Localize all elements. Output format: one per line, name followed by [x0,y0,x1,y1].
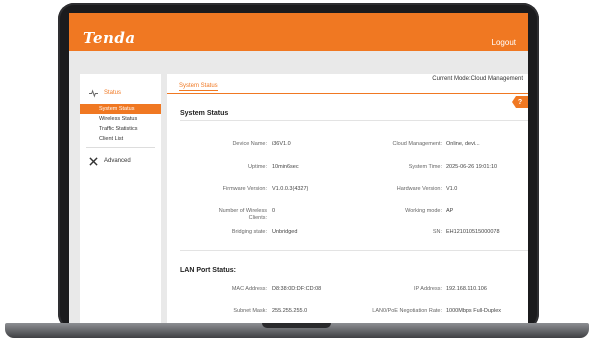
label-sn: SN: [432,229,442,235]
value-hardware-version: V1.0 [446,186,458,192]
section-divider [180,250,528,251]
label-subnet-mask: Subnet Mask: [233,308,267,314]
sidebar-item-system-status[interactable]: System Status [80,104,161,114]
main-content: System Status Current Mode:Cloud Managem… [167,74,528,323]
label-cloud-management: Cloud Management: [392,141,442,147]
value-mac-address: D8:38:0D:DF:CD:08 [272,286,322,292]
section-title-lan: LAN Port Status: [180,267,236,274]
help-button[interactable]: ? [512,96,528,108]
label-ip-address: IP Address: [413,286,442,292]
label-wireless-clients: Number of Wireless Clients: [218,208,267,221]
sidebar-divider [86,147,155,148]
laptop-screen: Tenda Logout Status System Status Wirele… [69,13,528,323]
value-device-name: i36V1.0 [272,141,291,147]
sidebar-group-status[interactable]: Status [80,82,161,104]
current-mode-text: Current Mode:Cloud Management [432,76,523,82]
laptop-notch [262,323,331,328]
tools-icon [89,156,98,166]
sidebar-group-advanced[interactable]: Advanced [80,150,161,172]
value-sn: EH121010515000078 [446,229,500,235]
value-ip-address: 192.168.110.106 [446,286,487,292]
label-hardware-version: Hardware Version: [396,186,442,192]
sidebar-item-wireless-status[interactable]: Wireless Status [80,114,161,124]
section-title-system: System Status [180,110,229,117]
label-mac-address: MAC Address: [231,286,267,292]
sidebar-item-client-list[interactable]: Client List [80,134,161,144]
label-device-name: Device Name: [232,141,267,147]
label-firmware-version: Firmware Version: [222,186,267,192]
tab-bar: System Status Current Mode:Cloud Managem… [167,74,528,93]
pulse-icon [89,88,98,98]
label-working-mode: Working mode: [405,208,442,214]
sidebar-group-label: Advanced [104,158,131,164]
label-bridging-state: Bridging state: [231,229,267,235]
logout-link[interactable]: Logout [492,38,516,47]
label-uptime: Uptime: [248,164,267,170]
value-firmware-version: V1.0.0.3(4327) [272,186,309,192]
value-cloud-management: Online, devi... [446,141,480,147]
brand-logo: Tenda [83,29,136,47]
tab-system-status[interactable]: System Status [179,83,218,91]
sidebar: Status System Status Wireless Status Tra… [80,74,161,323]
value-system-time: 2025-06-26 19:01:10 [446,164,498,170]
sidebar-item-traffic-statistics[interactable]: Traffic Statistics [80,124,161,134]
label-lan-negotiation-rate: LAN0/PoE Negotiation Rate: [372,308,442,314]
label-system-time: System Time: [408,164,442,170]
sidebar-group-label: Status [104,90,122,96]
value-bridging-state: Unbridged [272,229,298,235]
value-uptime: 10min6sec [272,164,299,170]
value-subnet-mask: 255.255.255.0 [272,308,308,314]
section-divider [180,120,528,121]
tab-underline [167,93,528,94]
value-wireless-clients: 0 [272,208,276,214]
value-lan-negotiation-rate: 1000Mbps Full-Duplex [446,308,502,314]
value-working-mode: AP [446,208,454,214]
top-header: Tenda Logout [69,13,528,51]
